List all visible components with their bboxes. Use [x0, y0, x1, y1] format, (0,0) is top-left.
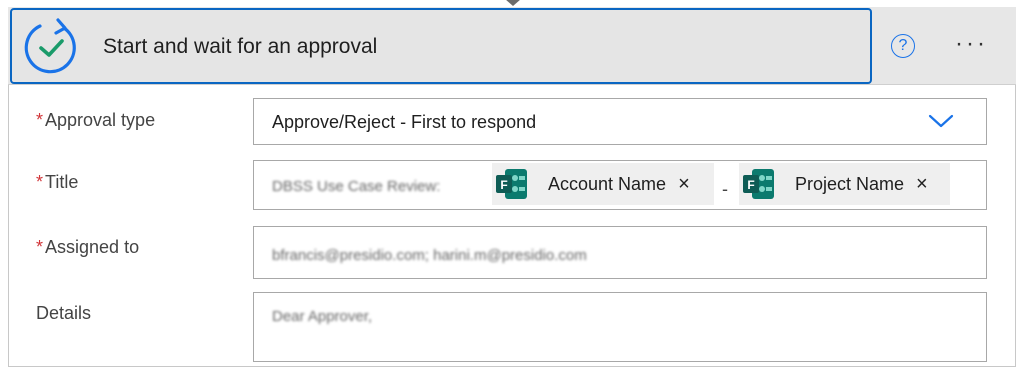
- assigned-to-label: * Assigned to: [36, 237, 139, 258]
- header-title-bar[interactable]: Start and wait for an approval: [10, 8, 872, 84]
- dynamic-token-account-name[interactable]: F Account Name ×: [492, 163, 714, 205]
- required-marker: *: [36, 110, 44, 130]
- svg-text:F: F: [747, 178, 754, 192]
- help-icon[interactable]: ?: [891, 34, 915, 58]
- token-label: Account Name: [548, 173, 667, 194]
- approval-type-label: * Approval type: [36, 110, 155, 131]
- details-label-text: Details: [36, 303, 92, 323]
- details-value: Dear Approver,: [272, 308, 373, 325]
- title-separator: -: [722, 179, 728, 199]
- assigned-to-input[interactable]: bfrancis@presidio.com; harini.m@presidio…: [253, 226, 987, 279]
- approval-icon: [24, 18, 76, 74]
- token-remove-icon[interactable]: ×: [678, 174, 690, 194]
- chevron-down-icon[interactable]: [928, 113, 954, 129]
- required-marker: *: [36, 172, 44, 192]
- approval-type-label-text: Approval type: [45, 110, 156, 130]
- title-prefix-text: DBSS Use Case Review:: [272, 178, 441, 195]
- connector-arrow-icon: [505, 0, 521, 6]
- details-textarea[interactable]: Dear Approver,: [253, 292, 987, 362]
- action-title: Start and wait for an approval: [103, 35, 378, 58]
- token-remove-icon[interactable]: ×: [916, 174, 928, 194]
- assigned-to-label-text: Assigned to: [45, 237, 140, 257]
- title-input[interactable]: DBSS Use Case Review: F Account Name × -…: [253, 160, 987, 210]
- forms-icon: F: [743, 169, 774, 199]
- assigned-to-value: bfrancis@presidio.com; harini.m@presidio…: [272, 247, 587, 264]
- title-label-text: Title: [45, 172, 79, 192]
- approval-type-dropdown[interactable]: Approve/Reject - First to respond: [253, 98, 987, 145]
- details-label: Details: [36, 303, 91, 324]
- forms-icon: F: [496, 169, 527, 199]
- required-marker: *: [36, 237, 44, 257]
- title-label: * Title: [36, 172, 78, 193]
- more-options-icon[interactable]: ···: [955, 32, 988, 56]
- svg-text:F: F: [500, 178, 507, 192]
- dynamic-token-project-name[interactable]: F Project Name ×: [739, 163, 950, 205]
- approval-type-value: Approve/Reject - First to respond: [272, 112, 537, 132]
- token-label: Project Name: [795, 173, 905, 194]
